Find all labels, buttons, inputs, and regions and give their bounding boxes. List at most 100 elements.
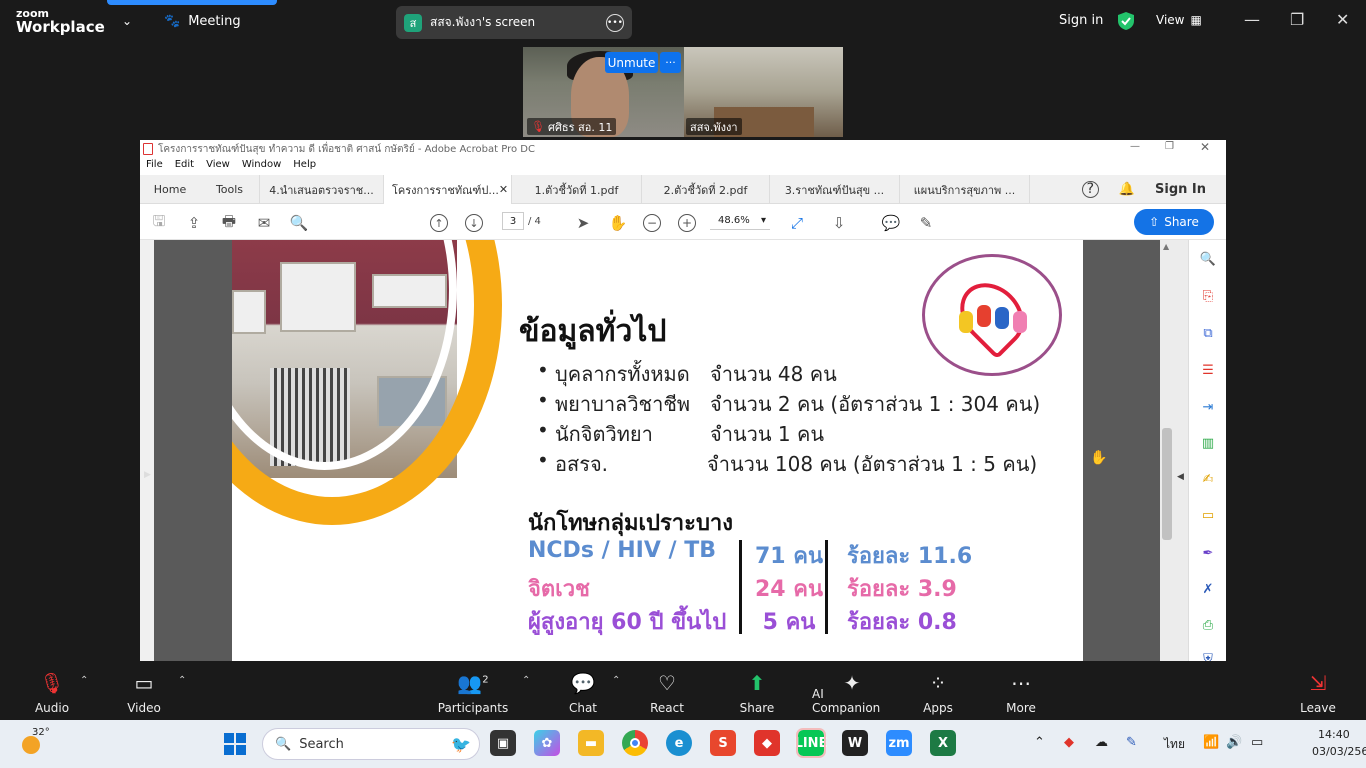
collapse-right-panel-icon[interactable]: ◀ xyxy=(1177,472,1184,482)
tab-doc-plan[interactable]: แผนบริการสุขภาพ ... xyxy=(900,175,1030,204)
tab-tools[interactable]: Tools xyxy=(200,175,260,204)
comment-tool-icon[interactable]: ▭ xyxy=(1199,506,1217,524)
copilot-icon[interactable]: ✿ xyxy=(534,730,560,756)
zoom-search-icon[interactable]: 🔍 xyxy=(1199,250,1217,268)
tab-doc-2[interactable]: 2.ตัวชี้วัดที่ 2.pdf xyxy=(642,175,770,204)
cloud-off-icon[interactable]: ☁ xyxy=(1095,735,1108,750)
close-tab-icon[interactable]: ✕ xyxy=(499,183,508,196)
restore-icon[interactable]: ❐ xyxy=(1290,10,1304,29)
webex-icon[interactable]: W xyxy=(842,730,868,756)
fit-page-icon[interactable]: ⤢ xyxy=(788,214,806,232)
close-icon[interactable]: ✕ xyxy=(1336,10,1349,29)
fill-sign-icon[interactable]: ✒ xyxy=(1199,544,1217,562)
edit-pdf-icon[interactable]: ▥ xyxy=(1199,434,1217,452)
more-options-icon[interactable]: ••• xyxy=(606,13,624,32)
zoom-out-icon[interactable]: − xyxy=(643,214,661,232)
menu-file[interactable]: File xyxy=(146,159,163,174)
share-screen-button[interactable]: ⬆ Share xyxy=(717,669,797,715)
task-view-icon[interactable]: ▣ xyxy=(490,730,516,756)
zoom-level-select[interactable]: 48.6% ▾ xyxy=(710,212,770,230)
right-pane-toggle[interactable]: ◀ xyxy=(1174,240,1188,661)
export-pdf-icon[interactable]: ⇥ xyxy=(1199,398,1217,416)
battery-icon[interactable]: ▭ xyxy=(1251,735,1263,750)
prev-page-icon[interactable]: ↑ xyxy=(430,214,448,232)
tab-doc-4[interactable]: 4.นำเสนอตรวจราช... xyxy=(260,175,384,204)
scrollbar-thumb[interactable] xyxy=(1162,428,1172,540)
bell-icon[interactable]: 🔔 xyxy=(1119,182,1135,197)
view-menu[interactable]: View ▦ xyxy=(1156,13,1202,27)
chat-options-caret[interactable]: ⌃ xyxy=(612,675,620,686)
highlight-pen-icon[interactable]: ✎ xyxy=(917,214,935,232)
chevron-up-icon[interactable]: ⌃ xyxy=(1034,735,1045,750)
chat-button[interactable]: 💬 Chat xyxy=(543,669,623,715)
wifi-icon[interactable]: 📶 xyxy=(1203,735,1219,750)
weather-widget[interactable]: 32° xyxy=(20,727,50,756)
more-button[interactable]: ⋯ More xyxy=(981,669,1061,715)
print-icon[interactable]: 🖶 xyxy=(220,212,238,232)
comment-icon[interactable]: 💬 xyxy=(882,214,901,232)
more-icon[interactable]: ··· xyxy=(660,52,681,73)
participants-button[interactable]: 👥2 Participants xyxy=(433,669,513,715)
apps-button[interactable]: ⁘ Apps xyxy=(898,669,978,715)
scroll-mode-icon[interactable]: ⇩ xyxy=(830,214,848,232)
share-button[interactable]: ⇧ Share xyxy=(1134,209,1214,235)
anydesk-icon[interactable]: ◆ xyxy=(754,730,780,756)
minimize-icon[interactable]: — xyxy=(1130,141,1140,152)
request-signature-icon[interactable]: ✍ xyxy=(1199,470,1217,488)
anydesk-tray-icon[interactable]: ◆ xyxy=(1064,735,1074,750)
shield-check-icon[interactable] xyxy=(1117,11,1135,31)
screen-share-indicator[interactable]: ส สสจ.พังงา's screen ••• xyxy=(396,6,632,39)
chrome-icon[interactable] xyxy=(622,730,648,756)
next-page-icon[interactable]: ↓ xyxy=(465,214,483,232)
sign-icon[interactable]: ✗ xyxy=(1199,580,1217,598)
slides-s-icon[interactable]: S xyxy=(710,730,736,756)
shield-tool-icon[interactable]: ⛨ xyxy=(1199,650,1217,662)
sign-in-link[interactable]: Sign in xyxy=(1059,13,1103,28)
protect-icon[interactable]: ⎙ xyxy=(1199,616,1217,634)
save-icon[interactable]: 🖫 xyxy=(150,212,168,232)
zoom-in-icon[interactable]: + xyxy=(678,214,696,232)
sign-in-button[interactable]: Sign In xyxy=(1155,182,1206,197)
menu-edit[interactable]: Edit xyxy=(175,159,194,174)
help-icon[interactable]: ? xyxy=(1081,180,1099,198)
tab-doc-active[interactable]: โครงการราชทัณฑ์ป... ✕ xyxy=(384,175,512,204)
select-cursor-icon[interactable]: ➤ xyxy=(574,214,592,232)
hand-tool-icon[interactable]: ✋ xyxy=(609,214,628,232)
organize-pages-icon[interactable]: ☰ xyxy=(1199,361,1217,379)
left-panel-collapsed[interactable] xyxy=(140,240,154,661)
tab-doc-1[interactable]: 1.ตัวชี้วัดที่ 1.pdf xyxy=(512,175,642,204)
video-button[interactable]: ▭ Video xyxy=(104,669,184,715)
leave-button[interactable]: ⇲ Leave xyxy=(1278,669,1358,715)
restore-icon[interactable]: ❐ xyxy=(1165,141,1174,152)
audio-options-caret[interactable]: ⌃ xyxy=(80,675,88,686)
expand-left-panel-icon[interactable]: ▶ xyxy=(144,470,151,480)
chevron-down-icon[interactable]: ⌄ xyxy=(122,14,132,28)
react-button[interactable]: ♡ React xyxy=(627,669,707,715)
page-number-input[interactable]: 3 xyxy=(502,212,524,230)
document-view[interactable]: ▶ ข้อมูลทั่วไป • บุคลากรทั้งหมด จำนวน 48 ค… xyxy=(140,240,1188,661)
close-icon[interactable]: ✕ xyxy=(1200,140,1210,154)
menu-window[interactable]: Window xyxy=(242,159,281,174)
volume-icon[interactable]: 🔊 xyxy=(1226,735,1242,750)
zoom-app-icon[interactable]: zm xyxy=(886,730,912,756)
minimize-icon[interactable]: — xyxy=(1244,10,1260,29)
ai-companion-button[interactable]: ✦ AI Companion xyxy=(812,669,892,715)
pen-tray-icon[interactable]: ✎ xyxy=(1126,735,1137,750)
upload-cloud-icon[interactable]: ⇪ xyxy=(185,214,203,232)
vertical-scrollbar[interactable]: ▲ xyxy=(1160,240,1174,661)
search-icon[interactable]: 🔍 xyxy=(290,214,309,232)
excel-icon[interactable]: X xyxy=(930,730,956,756)
combine-files-icon[interactable]: ⧉ xyxy=(1199,324,1217,342)
clock-time[interactable]: 14:40 xyxy=(1318,728,1350,741)
menu-view[interactable]: View xyxy=(206,159,230,174)
taskbar-search[interactable]: 🔍 Search 🐦 xyxy=(262,728,480,760)
edge-icon[interactable]: e xyxy=(666,730,692,756)
line-icon[interactable]: LINE xyxy=(795,728,827,758)
meeting-menu[interactable]: 🐾 Meeting xyxy=(164,14,241,29)
participants-options-caret[interactable]: ⌃ xyxy=(522,675,530,686)
windows-start-icon[interactable] xyxy=(224,733,246,755)
unmute-button[interactable]: Unmute xyxy=(605,52,658,73)
menu-help[interactable]: Help xyxy=(293,159,316,174)
file-explorer-icon[interactable]: ▬ xyxy=(578,730,604,756)
tab-home[interactable]: Home xyxy=(140,175,200,204)
